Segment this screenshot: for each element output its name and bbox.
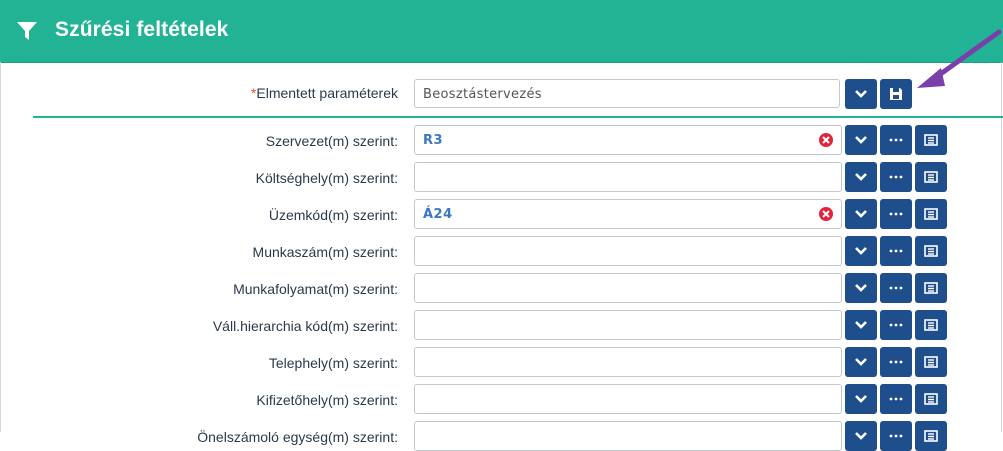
list-icon — [924, 319, 938, 331]
panel-title: Szűrési feltételek — [55, 18, 229, 41]
more-icon — [889, 397, 903, 401]
filter-row-more-button[interactable] — [880, 199, 912, 229]
chevron-down-icon — [855, 395, 867, 403]
filter-row-label: Telephely(m) szerint: — [268, 355, 398, 371]
more-icon — [889, 212, 903, 216]
filter-row-more-button[interactable] — [880, 421, 912, 451]
saved-params-label-text: Elmentett paraméterek — [256, 85, 398, 101]
section-divider — [33, 116, 1003, 118]
annotation-arrow — [917, 29, 1002, 88]
filter-row-more-button[interactable] — [880, 310, 912, 340]
saved-params-dropdown-button[interactable] — [845, 79, 877, 109]
filter-row-value: R3 — [423, 133, 444, 148]
chevron-down-icon — [855, 284, 867, 292]
filter-panel-header: Szűrési feltételek — [0, 0, 1003, 63]
chevron-down-icon — [855, 432, 867, 440]
more-icon — [889, 249, 903, 253]
filter-row-input[interactable] — [414, 347, 842, 377]
more-icon — [889, 360, 903, 364]
chevron-down-icon — [855, 90, 867, 98]
filter-row-dropdown-button[interactable] — [845, 236, 877, 266]
filter-row-input[interactable]: Á24 — [414, 199, 842, 229]
filter-row-dropdown-button[interactable] — [845, 421, 877, 451]
chevron-down-icon — [855, 210, 867, 218]
list-icon — [924, 282, 938, 294]
save-icon — [890, 88, 902, 100]
chevron-down-icon — [855, 136, 867, 144]
filter-row-more-button[interactable] — [880, 384, 912, 414]
filter-row-dropdown-button[interactable] — [845, 384, 877, 414]
filter-row-input[interactable] — [414, 236, 842, 266]
filter-row-input[interactable]: R3 — [414, 125, 842, 155]
chevron-down-icon — [855, 173, 867, 181]
filter-row-value: Á24 — [423, 207, 453, 222]
filter-row-list-button[interactable] — [915, 384, 947, 414]
more-icon — [889, 175, 903, 179]
filter-row-label: Kifizetőhely(m) szerint: — [256, 392, 398, 408]
filter-row-list-button[interactable] — [915, 421, 947, 451]
filter-row-list-button[interactable] — [915, 273, 947, 303]
filter-row-list-button[interactable] — [915, 162, 947, 192]
filter-row-label: Munkafolyamat(m) szerint: — [233, 281, 398, 297]
filter-row-dropdown-button[interactable] — [845, 162, 877, 192]
filter-row-input[interactable] — [414, 273, 842, 303]
filter-row-input[interactable] — [414, 384, 842, 414]
list-icon — [924, 245, 938, 257]
list-icon — [924, 134, 938, 146]
chevron-down-icon — [855, 321, 867, 329]
filter-row-input[interactable] — [414, 310, 842, 340]
filter-row-input[interactable] — [414, 421, 842, 451]
filter-row-list-button[interactable] — [915, 125, 947, 155]
filter-row-more-button[interactable] — [880, 236, 912, 266]
filter-row-label: Szervezet(m) szerint: — [265, 133, 398, 149]
filter-icon — [17, 22, 37, 40]
filter-row-more-button[interactable] — [880, 162, 912, 192]
list-icon — [924, 356, 938, 368]
saved-params-input[interactable]: Beosztástervezés — [414, 79, 840, 108]
filter-row-input[interactable] — [414, 162, 842, 192]
more-icon — [889, 434, 903, 438]
chevron-down-icon — [855, 247, 867, 255]
filter-row-list-button[interactable] — [915, 347, 947, 377]
filter-row-dropdown-button[interactable] — [845, 273, 877, 303]
chevron-down-icon — [855, 358, 867, 366]
filter-row-label: Munkaszám(m) szerint: — [252, 244, 398, 260]
filter-row-more-button[interactable] — [880, 125, 912, 155]
more-icon — [889, 286, 903, 290]
filter-row-dropdown-button[interactable] — [845, 199, 877, 229]
list-icon — [924, 393, 938, 405]
clear-icon[interactable] — [819, 133, 833, 147]
filter-row-label: Üzemkód(m) szerint: — [268, 207, 398, 223]
filter-row-label: Költséghely(m) szerint: — [255, 170, 398, 186]
more-icon — [889, 138, 903, 142]
list-icon — [924, 208, 938, 220]
filter-row-dropdown-button[interactable] — [845, 125, 877, 155]
filter-row-label: Önelszámoló egység(m) szerint: — [197, 429, 398, 445]
clear-icon[interactable] — [819, 207, 833, 221]
filter-row-list-button[interactable] — [915, 236, 947, 266]
filter-row-label: Váll.hierarchia kód(m) szerint: — [212, 318, 398, 334]
list-icon — [924, 171, 938, 183]
more-icon — [889, 323, 903, 327]
saved-params-label: *Elmentett paraméterek — [251, 85, 398, 101]
filter-row-more-button[interactable] — [880, 273, 912, 303]
filter-row-dropdown-button[interactable] — [845, 347, 877, 377]
filter-row-list-button[interactable] — [915, 199, 947, 229]
filter-row-more-button[interactable] — [880, 347, 912, 377]
filter-row-list-button[interactable] — [915, 310, 947, 340]
filter-row-dropdown-button[interactable] — [845, 310, 877, 340]
